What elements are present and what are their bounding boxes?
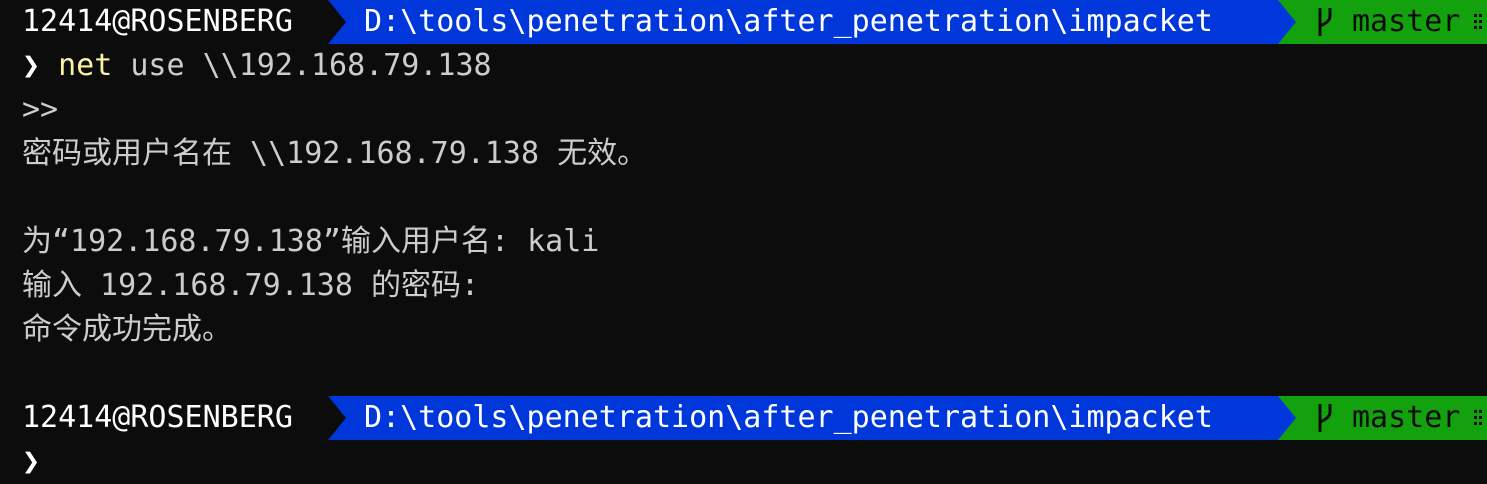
prompt-separator: [1278, 396, 1296, 440]
git-branch-name: master: [1352, 400, 1461, 435]
username-prompt: 为“192.168.79.138”输入用户名: kali: [22, 224, 600, 259]
prompt-path: D:\tools\penetration\after_penetration\i…: [328, 396, 1278, 440]
git-status-icon: [1474, 410, 1482, 425]
git-branch-icon: [1318, 8, 1332, 36]
input-line[interactable]: ❯: [22, 440, 40, 484]
prompt-user-host: 12414@ROSENBERG: [0, 0, 328, 44]
terminal-window[interactable]: 12414@ROSENBERG D:\tools\penetration\aft…: [0, 0, 1487, 479]
prompt-git-segment: master: [1278, 396, 1487, 440]
prompt-bar: 12414@ROSENBERG D:\tools\penetration\aft…: [0, 0, 1487, 44]
git-branch-icon: [1318, 404, 1332, 432]
prompt-symbol: ❯: [22, 444, 41, 479]
git-status-icon: [1474, 14, 1482, 29]
git-branch-name: master: [1352, 4, 1461, 39]
prompt-path: D:\tools\penetration\after_penetration\i…: [328, 0, 1278, 44]
command-line: ❯ net use \\192.168.79.138: [22, 44, 492, 88]
prompt-git-segment: master: [1278, 0, 1487, 44]
prompt-separator: [328, 0, 346, 44]
prompt-user-host: 12414@ROSENBERG: [0, 396, 328, 440]
prompt-separator: [1278, 0, 1296, 44]
prompt-bar: 12414@ROSENBERG D:\tools\penetration\aft…: [0, 396, 1487, 440]
prompt-separator: [328, 396, 346, 440]
command-name: net: [58, 48, 113, 83]
prompt-symbol: ❯: [22, 48, 41, 83]
success-message: 命令成功完成。: [22, 312, 232, 347]
continuation-line: >>: [22, 92, 59, 127]
command-args: use \\192.168.79.138: [112, 48, 492, 83]
error-message: 密码或用户名在 \\192.168.79.138 无效。: [22, 136, 648, 171]
password-prompt: 输入 192.168.79.138 的密码:: [22, 268, 480, 303]
